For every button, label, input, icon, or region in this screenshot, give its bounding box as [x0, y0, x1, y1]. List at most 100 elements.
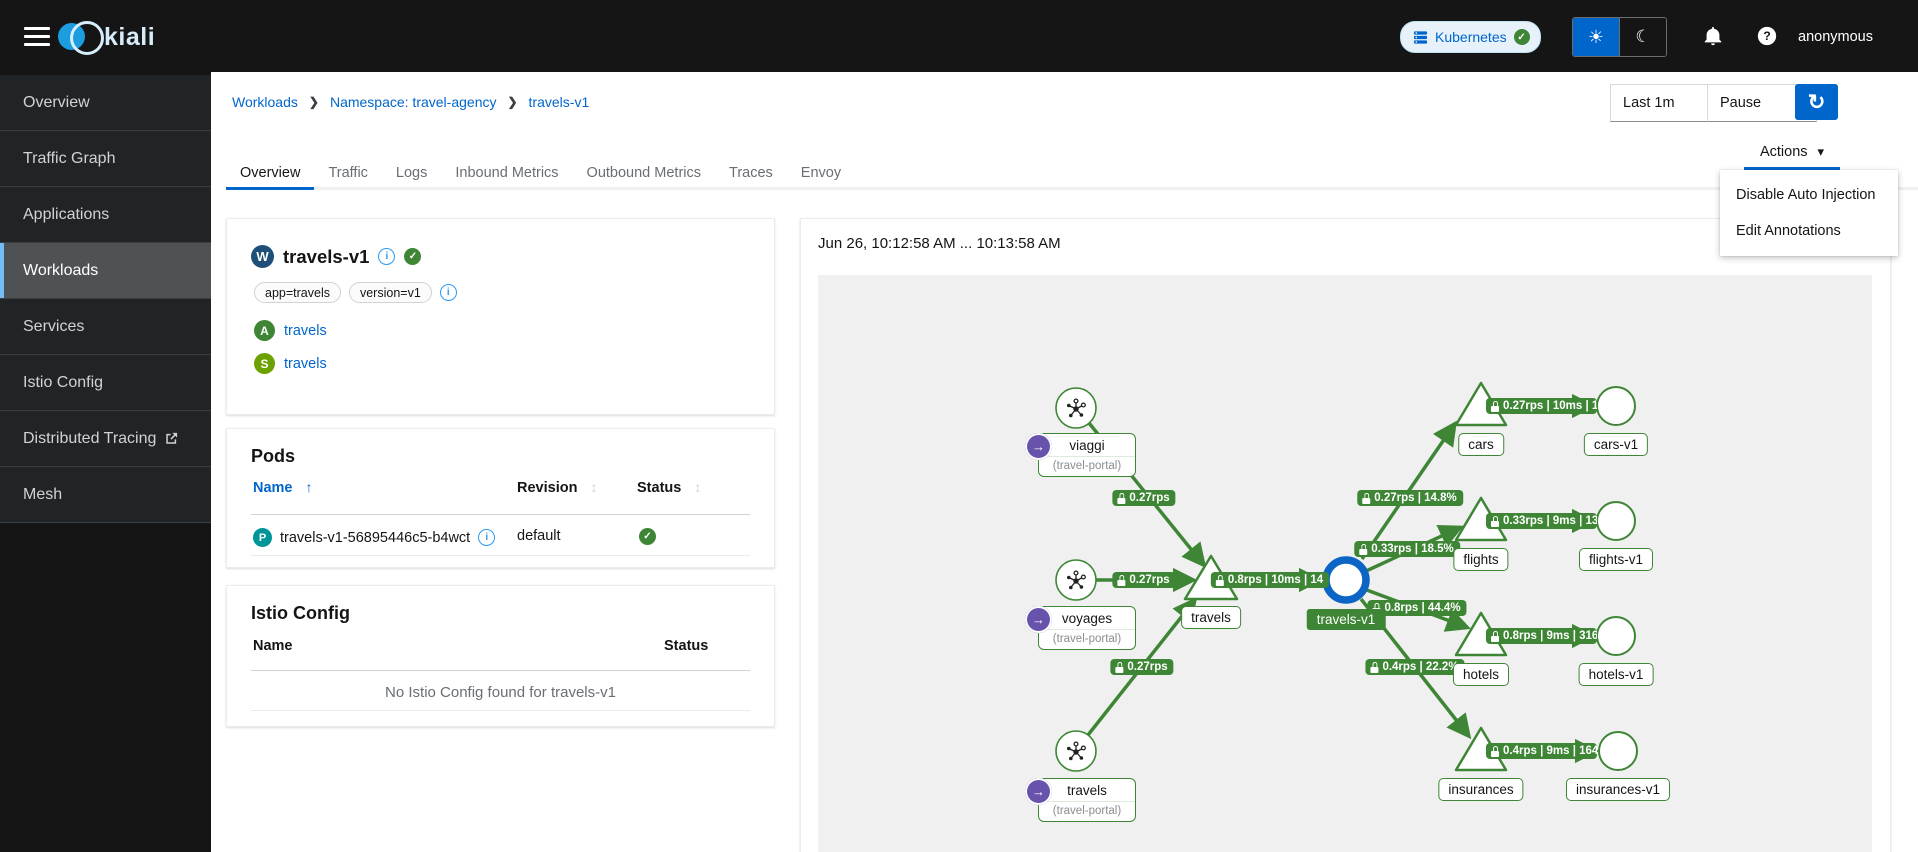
node-flights-v1[interactable]	[1597, 502, 1635, 540]
pod-name: travels-v1-56895446c5-b4wct	[280, 530, 470, 546]
graph-node-label-viaggi[interactable]: viaggi (travel-portal)	[1038, 433, 1136, 477]
detail-tabs: Overview Traffic Logs Inbound Metrics Ou…	[226, 158, 1918, 190]
breadcrumb-workloads[interactable]: Workloads	[232, 94, 298, 110]
actions-dropdown-toggle[interactable]: Actions	[1744, 137, 1840, 170]
edge-label[interactable]: 0.33rps | 18.5%	[1354, 541, 1460, 557]
tab-traffic[interactable]: Traffic	[314, 158, 381, 190]
graph-node-label-flights-v1[interactable]: flights-v1	[1579, 548, 1653, 571]
sidebar-item-istio-config[interactable]: Istio Config	[0, 355, 211, 411]
sidebar-item-overview[interactable]: Overview	[0, 75, 211, 131]
refresh-interval-value: Pause	[1720, 95, 1761, 111]
info-icon[interactable]	[440, 284, 457, 301]
nav-toggle-icon[interactable]	[24, 27, 50, 46]
graph-node-label-cars-v1[interactable]: cars-v1	[1584, 433, 1648, 456]
sidebar-item-services[interactable]: Services	[0, 299, 211, 355]
masthead: kiali Kubernetes ? anonymous	[0, 0, 1918, 72]
workload-badge: W	[251, 245, 274, 268]
pods-column-revision[interactable]: Revision	[517, 479, 597, 496]
sort-icon[interactable]	[694, 479, 701, 496]
menu-item-edit-annotations[interactable]: Edit Annotations	[1720, 213, 1898, 249]
pods-card: Pods Name Revision Status P travels-v1-5…	[226, 428, 775, 568]
username[interactable]: anonymous	[1798, 29, 1873, 45]
kiali-app: kiali Kubernetes ? anonymous Overview Tr…	[0, 0, 1918, 852]
mtls-lock-icon	[1491, 401, 1499, 412]
app-link[interactable]: travels	[284, 323, 327, 339]
node-insurances-v1[interactable]	[1599, 732, 1637, 770]
edge-label[interactable]: 0.27rps	[1110, 659, 1173, 675]
sidebar-item-workloads[interactable]: Workloads	[0, 243, 211, 299]
edge-label[interactable]: 0.27rps	[1112, 572, 1175, 588]
refresh-button[interactable]	[1795, 84, 1838, 120]
edge-label[interactable]: 0.4rps | 22.2%	[1365, 659, 1464, 675]
cluster-badge[interactable]: Kubernetes	[1400, 21, 1541, 53]
tab-outbound-metrics[interactable]: Outbound Metrics	[573, 158, 715, 190]
breadcrumb-current[interactable]: travels-v1	[529, 94, 590, 110]
table-divider	[251, 555, 750, 556]
mtls-lock-icon	[1491, 746, 1499, 757]
tab-logs[interactable]: Logs	[382, 158, 441, 190]
mtls-lock-icon	[1362, 493, 1370, 504]
graph-node-label-travels-v1[interactable]: travels-v1	[1307, 609, 1386, 630]
info-icon[interactable]	[378, 248, 395, 265]
tab-traces[interactable]: Traces	[715, 158, 787, 190]
graph-node-label-cars[interactable]: cars	[1458, 433, 1504, 456]
graph-node-label-insurances[interactable]: insurances	[1438, 778, 1523, 801]
node-hotels-v1[interactable]	[1597, 617, 1635, 655]
edge-text: 0.33rps | 18.5%	[1371, 543, 1454, 555]
sort-icon[interactable]	[590, 479, 597, 496]
graph-node-label-hotels-v1[interactable]: hotels-v1	[1579, 663, 1654, 686]
node-cars-v1[interactable]	[1597, 387, 1635, 425]
notifications-bell-icon[interactable]	[1702, 25, 1724, 47]
sidebar-item-distributed-tracing[interactable]: Distributed Tracing	[0, 411, 211, 467]
root-arrow-badge	[1025, 433, 1052, 460]
pods-column-name[interactable]: Name	[253, 479, 313, 496]
brand-name: kiali	[104, 23, 155, 52]
edge-text: 0.27rps | 10ms | 10	[1503, 400, 1597, 412]
edge-label[interactable]: 0.27rps | 10ms | 10	[1486, 398, 1597, 414]
sidebar-item-label: Istio Config	[23, 374, 103, 392]
sidebar-item-label: Overview	[23, 94, 90, 112]
graph-node-label-insurances-v1[interactable]: insurances-v1	[1566, 778, 1670, 801]
edge-label[interactable]: 0.8rps | 10ms | 14	[1211, 572, 1329, 588]
edge-text: 0.27rps	[1129, 492, 1169, 504]
external-link-icon	[165, 432, 178, 445]
edge-label[interactable]: 0.27rps	[1112, 490, 1175, 506]
tab-inbound-metrics[interactable]: Inbound Metrics	[441, 158, 572, 190]
graph-node-label-travels-service[interactable]: travels	[1181, 606, 1241, 629]
mtls-lock-icon	[1491, 516, 1499, 527]
health-check-icon[interactable]	[404, 248, 421, 265]
tab-envoy[interactable]: Envoy	[787, 158, 855, 190]
sidebar-item-traffic-graph[interactable]: Traffic Graph	[0, 131, 211, 187]
node-travels-v1-selected[interactable]	[1326, 560, 1366, 600]
help-icon[interactable]: ?	[1756, 25, 1778, 47]
sidebar-item-applications[interactable]: Applications	[0, 187, 211, 243]
edge-label[interactable]: 0.27rps | 14.8%	[1357, 490, 1463, 506]
graph-node-label-hotels[interactable]: hotels	[1453, 663, 1509, 686]
service-link[interactable]: travels	[284, 356, 327, 372]
menu-item-disable-auto-injection[interactable]: Disable Auto Injection	[1720, 177, 1898, 213]
node-name: voyages	[1039, 607, 1135, 629]
graph-node-label-voyages[interactable]: voyages (travel-portal)	[1038, 606, 1136, 650]
edge-label[interactable]: 0.4rps | 9ms | 164	[1486, 743, 1597, 759]
edge-label[interactable]: 0.33rps | 9ms | 13	[1486, 513, 1597, 529]
app-badge: A	[254, 320, 275, 341]
chevron-right-icon: ❯	[309, 95, 319, 109]
breadcrumb-namespace[interactable]: Namespace: travel-agency	[330, 94, 497, 110]
dark-theme-button[interactable]	[1619, 18, 1666, 56]
mtls-lock-icon	[1216, 575, 1224, 586]
edge-text: 0.4rps | 9ms | 164	[1503, 745, 1597, 757]
column-label: Name	[253, 480, 293, 496]
graph-canvas[interactable]: viaggi (travel-portal) voyages (travel-p…	[818, 275, 1872, 852]
sort-asc-icon[interactable]	[306, 479, 313, 496]
graph-node-label-travels-portal[interactable]: travels (travel-portal)	[1038, 778, 1136, 822]
graph-node-label-flights[interactable]: flights	[1453, 548, 1508, 571]
workload-summary-card: W travels-v1 app=travels version=v1 A tr…	[226, 218, 775, 415]
pod-revision: default	[517, 528, 561, 544]
light-theme-button[interactable]	[1573, 18, 1619, 56]
tab-overview[interactable]: Overview	[226, 158, 314, 190]
info-icon[interactable]	[478, 529, 495, 546]
sidebar-item-mesh[interactable]: Mesh	[0, 467, 211, 523]
pod-row-name: P travels-v1-56895446c5-b4wct	[253, 528, 495, 547]
pods-column-status[interactable]: Status	[637, 479, 701, 496]
edge-label[interactable]: 0.8rps | 9ms | 316	[1486, 628, 1597, 644]
